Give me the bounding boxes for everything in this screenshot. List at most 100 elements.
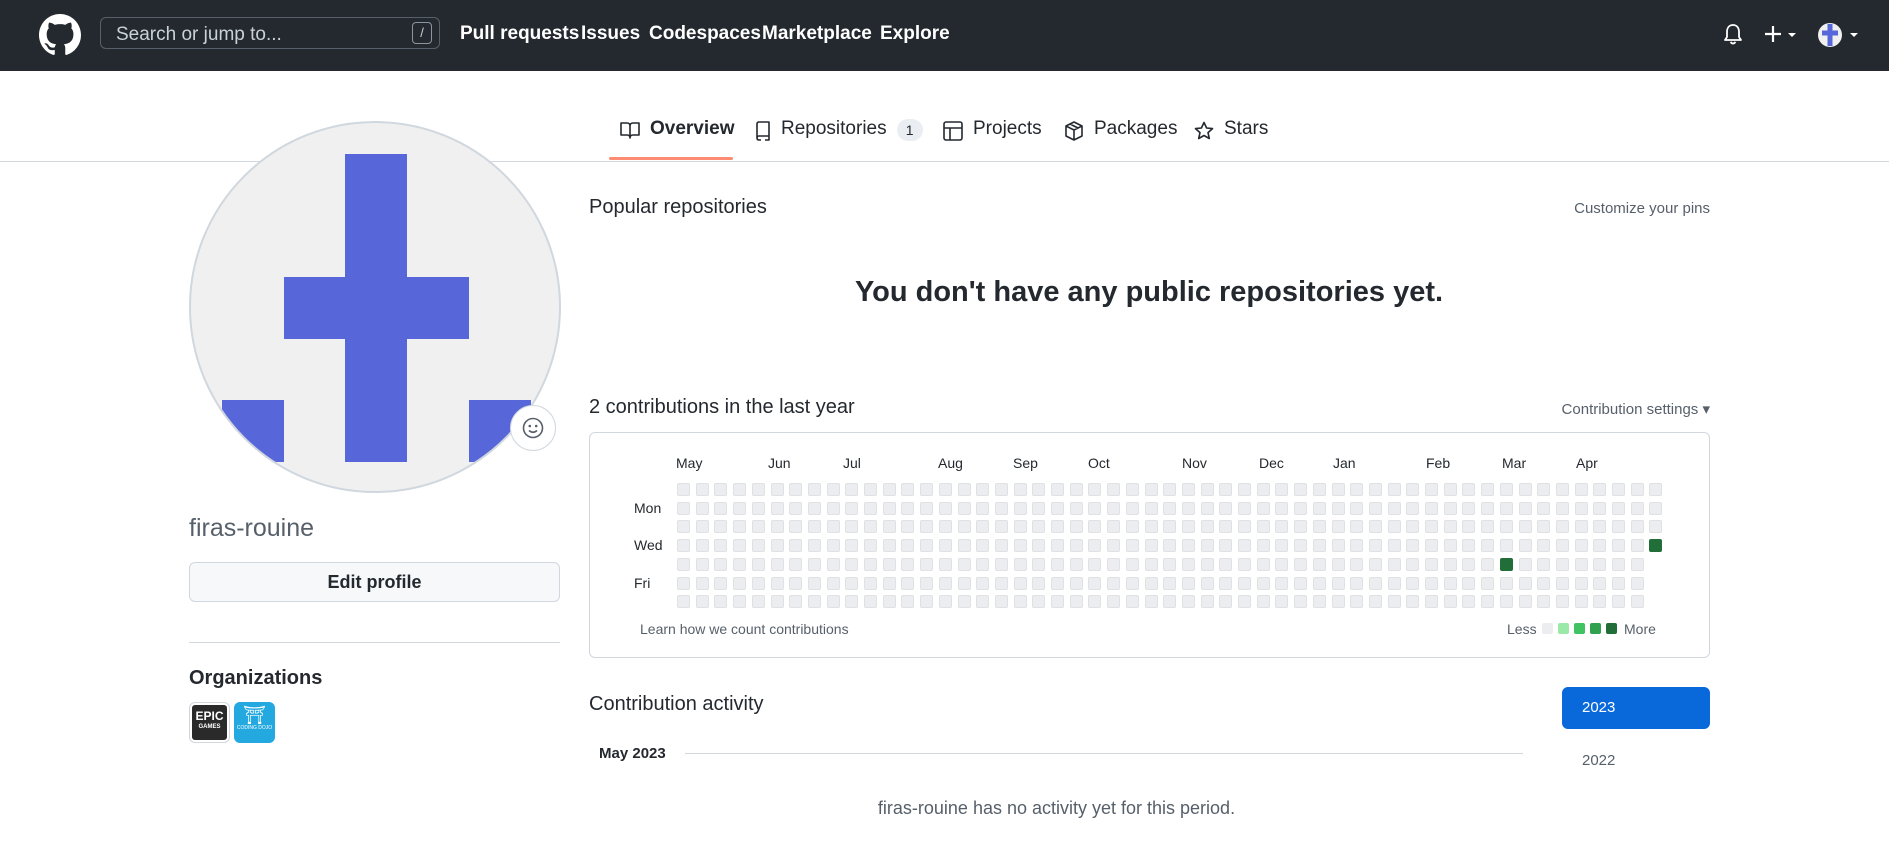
- contribution-day-cell[interactable]: [1144, 483, 1158, 496]
- contribution-day-cell[interactable]: [1387, 576, 1401, 590]
- contribution-day-cell[interactable]: [864, 557, 877, 571]
- contribution-day-cell[interactable]: [1088, 501, 1102, 515]
- contribution-day-cell[interactable]: [1387, 501, 1401, 515]
- contribution-day-cell[interactable]: [1406, 557, 1420, 571]
- contribution-day-cell[interactable]: [695, 520, 709, 534]
- contribution-day-cell[interactable]: [770, 539, 784, 553]
- contribution-day-cell[interactable]: [1013, 576, 1027, 590]
- contribution-day-cell[interactable]: [733, 557, 747, 571]
- contribution-day-cell[interactable]: [882, 520, 896, 534]
- contribution-day-cell[interactable]: [1013, 520, 1027, 534]
- contribution-day-cell[interactable]: [938, 557, 952, 571]
- contribution-day-cell[interactable]: [770, 501, 784, 515]
- contribution-day-cell[interactable]: [1275, 539, 1289, 553]
- contribution-day-cell[interactable]: [845, 595, 859, 609]
- contribution-day-cell[interactable]: [1051, 595, 1064, 609]
- contribution-day-cell[interactable]: [938, 483, 952, 496]
- profile-avatar[interactable]: [189, 121, 561, 493]
- contribution-day-cell[interactable]: [733, 501, 747, 515]
- contribution-day-cell[interactable]: [864, 501, 877, 515]
- contribution-day-cell[interactable]: [1181, 539, 1195, 553]
- contribution-day-cell[interactable]: [1574, 520, 1588, 534]
- contribution-day-cell[interactable]: [1275, 576, 1289, 590]
- contribution-day-cell[interactable]: [1555, 557, 1569, 571]
- contribution-day-cell[interactable]: [807, 483, 821, 496]
- tab-projects[interactable]: Projects: [943, 118, 1042, 161]
- contribution-day-cell[interactable]: [1275, 501, 1289, 515]
- contribution-day-cell[interactable]: [1406, 520, 1420, 534]
- contribution-day-cell[interactable]: [1200, 576, 1214, 590]
- contribution-day-cell[interactable]: [751, 539, 765, 553]
- contribution-day-cell[interactable]: [1462, 501, 1476, 515]
- customize-pins-link[interactable]: Customize your pins: [1574, 200, 1710, 217]
- contribution-day-cell[interactable]: [1518, 483, 1532, 496]
- contribution-day-cell[interactable]: [1537, 501, 1551, 515]
- contribution-day-cell[interactable]: [1107, 520, 1121, 534]
- contribution-day-cell[interactable]: [920, 557, 934, 571]
- contribution-day-cell[interactable]: [770, 595, 784, 609]
- contribution-day-cell[interactable]: [1107, 539, 1121, 553]
- contribution-day-cell[interactable]: [1350, 595, 1364, 609]
- contribution-day-cell[interactable]: [1499, 557, 1513, 571]
- contribution-day-cell[interactable]: [751, 520, 765, 534]
- contribution-day-cell[interactable]: [938, 539, 952, 553]
- contribution-day-cell[interactable]: [1331, 595, 1345, 609]
- contribution-day-cell[interactable]: [677, 483, 690, 496]
- contribution-day-cell[interactable]: [1032, 595, 1046, 609]
- contribution-day-cell[interactable]: [1593, 576, 1607, 590]
- contribution-day-cell[interactable]: [994, 576, 1008, 590]
- tab-stars[interactable]: Stars: [1194, 118, 1268, 161]
- contribution-day-cell[interactable]: [1630, 595, 1644, 609]
- nav-codespaces[interactable]: Codespaces: [649, 23, 761, 45]
- contribution-day-cell[interactable]: [751, 576, 765, 590]
- contribution-day-cell[interactable]: [677, 501, 690, 515]
- contribution-day-cell[interactable]: [1331, 520, 1345, 534]
- contribution-day-cell[interactable]: [1163, 501, 1177, 515]
- contribution-day-cell[interactable]: [1425, 557, 1438, 571]
- contribution-day-cell[interactable]: [864, 483, 877, 496]
- contribution-day-cell[interactable]: [1294, 595, 1308, 609]
- contribution-day-cell[interactable]: [1013, 483, 1027, 496]
- contribution-day-cell[interactable]: [976, 595, 990, 609]
- contribution-day-cell[interactable]: [807, 557, 821, 571]
- contribution-day-cell[interactable]: [1312, 557, 1326, 571]
- contribution-day-cell[interactable]: [957, 557, 971, 571]
- contribution-day-cell[interactable]: [1593, 520, 1607, 534]
- contribution-day-cell[interactable]: [1312, 595, 1326, 609]
- contribution-day-cell[interactable]: [770, 557, 784, 571]
- contribution-day-cell[interactable]: [957, 595, 971, 609]
- contribution-day-cell[interactable]: [1368, 483, 1382, 496]
- contribution-day-cell[interactable]: [1593, 557, 1607, 571]
- contribution-day-cell[interactable]: [1125, 501, 1139, 515]
- contribution-day-cell[interactable]: [789, 483, 803, 496]
- contribution-day-cell[interactable]: [1518, 520, 1532, 534]
- contribution-day-cell[interactable]: [1163, 557, 1177, 571]
- contribution-day-cell[interactable]: [976, 520, 990, 534]
- contribution-day-cell[interactable]: [1144, 557, 1158, 571]
- contribution-day-cell[interactable]: [1238, 576, 1251, 590]
- contribution-day-cell[interactable]: [1144, 539, 1158, 553]
- contribution-day-cell[interactable]: [1593, 595, 1607, 609]
- contribution-day-cell[interactable]: [1219, 576, 1233, 590]
- contribution-day-cell[interactable]: [1350, 520, 1364, 534]
- contribution-day-cell[interactable]: [1200, 483, 1214, 496]
- contribution-day-cell[interactable]: [1312, 576, 1326, 590]
- contribution-day-cell[interactable]: [1425, 539, 1438, 553]
- contribution-day-cell[interactable]: [1275, 520, 1289, 534]
- contribution-day-cell[interactable]: [1462, 539, 1476, 553]
- contribution-day-cell[interactable]: [864, 576, 877, 590]
- contribution-day-cell[interactable]: [733, 595, 747, 609]
- contribution-day-cell[interactable]: [1238, 557, 1251, 571]
- contribution-day-cell[interactable]: [1574, 595, 1588, 609]
- contribution-day-cell[interactable]: [695, 483, 709, 496]
- contribution-day-cell[interactable]: [677, 576, 690, 590]
- contribution-day-cell[interactable]: [1368, 595, 1382, 609]
- contribution-day-cell[interactable]: [1368, 557, 1382, 571]
- contribution-day-cell[interactable]: [1163, 483, 1177, 496]
- bell-icon[interactable]: [1723, 23, 1743, 50]
- contribution-day-cell[interactable]: [938, 576, 952, 590]
- contribution-day-cell[interactable]: [714, 539, 728, 553]
- contribution-day-cell[interactable]: [938, 501, 952, 515]
- contribution-day-cell[interactable]: [1481, 520, 1495, 534]
- contribution-day-cell[interactable]: [1612, 483, 1625, 496]
